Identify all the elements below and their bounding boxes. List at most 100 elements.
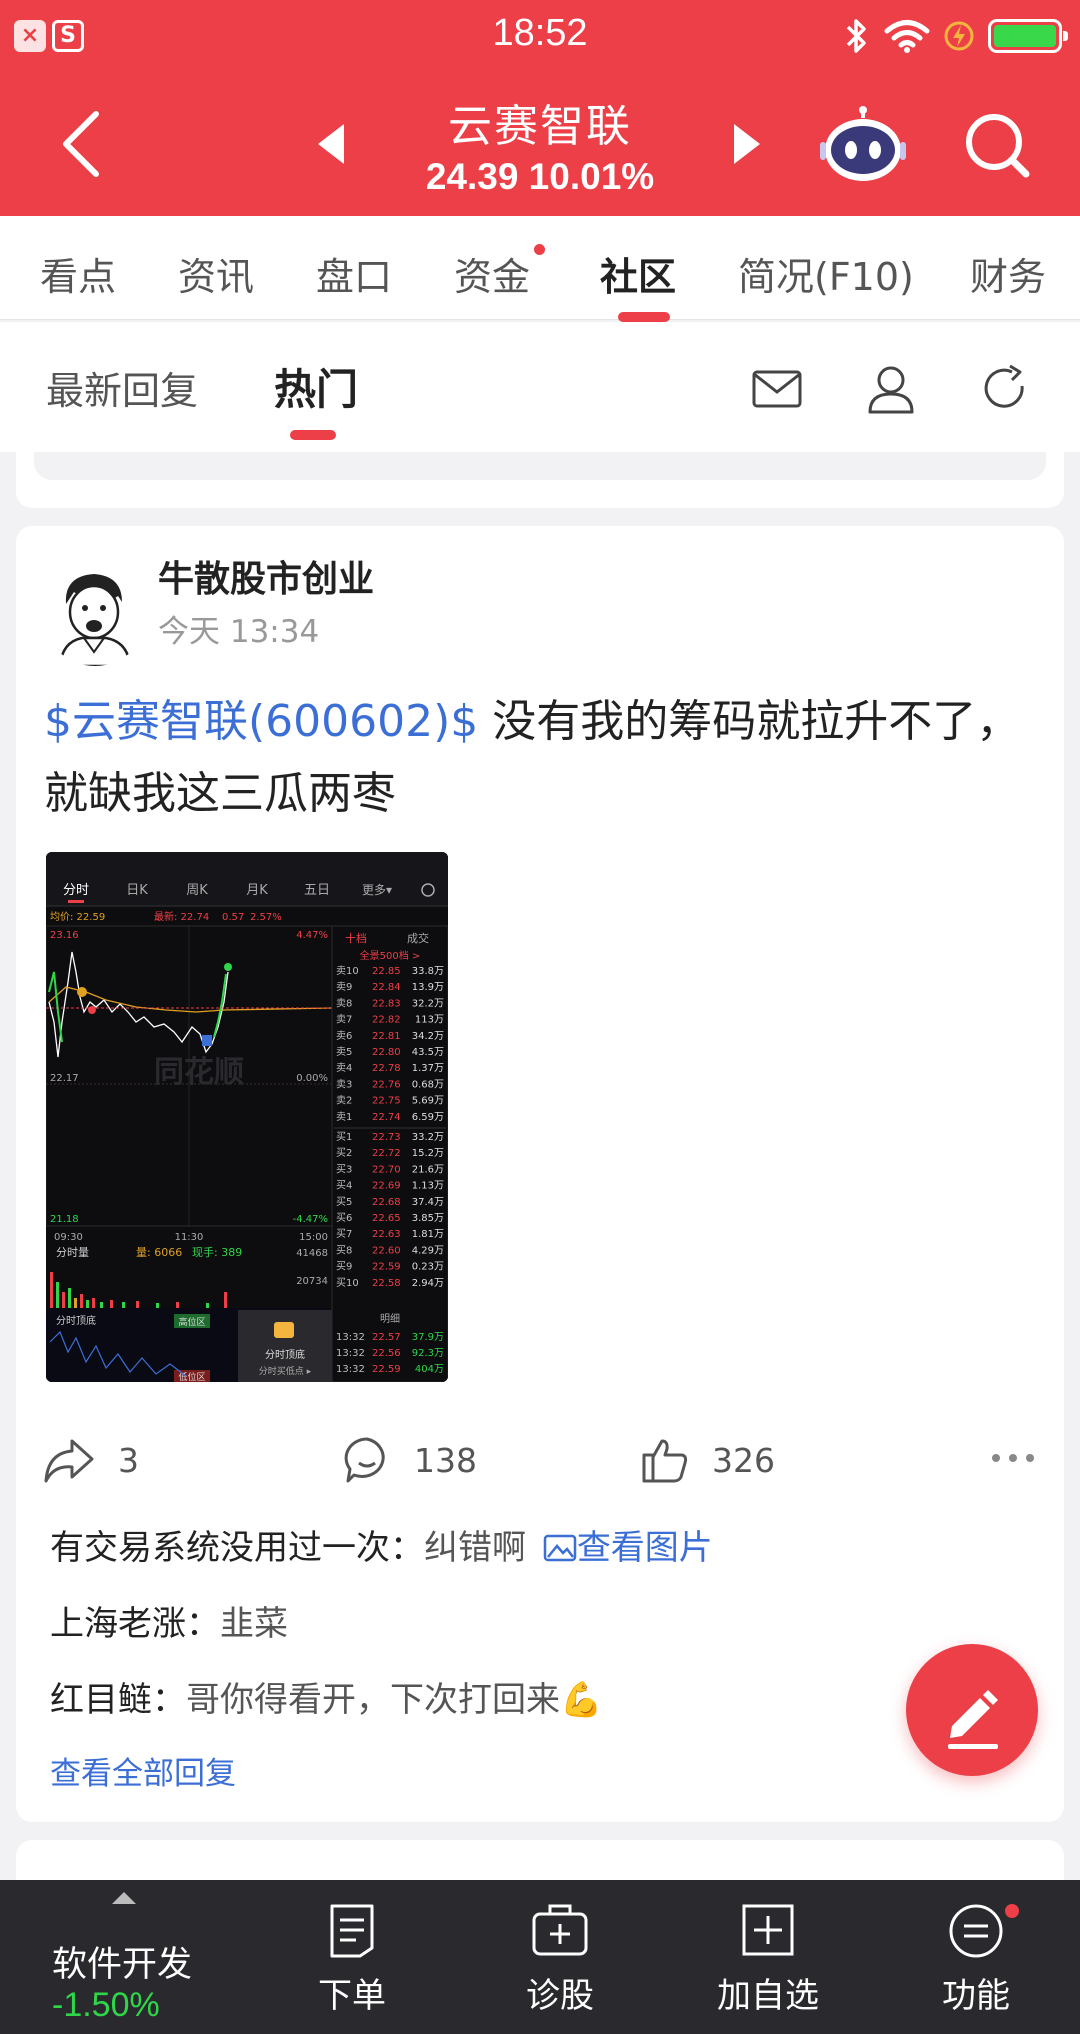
thumb-trade-volume: 92.3万 xyxy=(412,1348,444,1359)
tab-news[interactable]: 资讯 xyxy=(178,246,254,301)
add-watchlist-button[interactable]: 加自选 xyxy=(688,1902,848,2017)
user-icon[interactable] xyxy=(864,362,918,416)
subtab-hot[interactable]: 热门 xyxy=(274,356,358,417)
thumb-ob-price: 22.84 xyxy=(372,982,401,993)
thumb-tab: 月K xyxy=(246,883,268,898)
thumb-ob-all: 全景500档 > xyxy=(360,949,421,962)
comment-text: 哥你得看开，下次打回来💪 xyxy=(186,1680,603,1720)
stock-header: × S 18:52 云赛智联 24.39 10.01% xyxy=(0,0,1080,216)
more-icon[interactable] xyxy=(990,1452,1036,1464)
thumb-ob-volume: 0.68万 xyxy=(412,1079,444,1090)
thumb-ob-volume: 1.13万 xyxy=(412,1181,444,1192)
thumb-price-mid: 22.17 xyxy=(50,1073,79,1084)
thumb-price-high: 23.16 xyxy=(50,930,79,941)
comment-text: 韭菜 xyxy=(220,1604,288,1644)
comment-user[interactable]: 有交易系统没用过一次： xyxy=(50,1528,424,1568)
comment-item[interactable]: 有交易系统没用过一次：纠错啊 查看图片 xyxy=(50,1520,713,1569)
status-bar: × S 18:52 xyxy=(0,0,1080,72)
like-icon xyxy=(642,1439,688,1483)
refresh-icon[interactable] xyxy=(978,362,1032,416)
mail-icon[interactable] xyxy=(750,362,804,416)
capital-notification-dot xyxy=(534,244,545,255)
thumb-ob-price: 22.60 xyxy=(372,1245,401,1256)
add-watchlist-icon xyxy=(742,1904,794,1956)
comment-item[interactable]: 上海老涨：韭菜 xyxy=(50,1596,288,1645)
like-button[interactable]: 326 xyxy=(640,1432,775,1488)
thumb-indicator-label: 分时顶底 xyxy=(56,1314,96,1327)
stock-name: 云赛智联 xyxy=(448,101,632,152)
main-tabs: 看点 资讯 盘口 资金 社区 简况(F10) 财务 xyxy=(0,216,1080,322)
thumb-ob-level: 卖4 xyxy=(336,1062,352,1074)
sector-name[interactable]: 软件开发 xyxy=(52,1936,192,1987)
thumb-ob-volume: 1.37万 xyxy=(412,1063,444,1074)
bottom-toolbar: 软件开发 -1.50% 下单 诊股 加自选 功能 xyxy=(0,1880,1080,2034)
bluetooth-icon xyxy=(846,19,866,53)
thumb-pct-low: -4.47% xyxy=(293,1214,328,1225)
post-body: $云赛智联(600602)$ 没有我的筹码就拉升不了，就缺我这三瓜两枣 xyxy=(44,686,1044,830)
thumb-ob-price: 22.76 xyxy=(372,1079,401,1090)
thumb-trades: 13:32 22.57 37.9万 13:32 22.56 92.3万 13:32 22.59… xyxy=(336,1332,444,1375)
search-icon[interactable] xyxy=(962,110,1034,182)
thumb-tab: 周K xyxy=(186,883,208,898)
image-icon xyxy=(543,1534,577,1562)
thumb-ob-level: 卖2 xyxy=(336,1095,352,1107)
previous-post-card xyxy=(16,452,1064,508)
comment-user[interactable]: 上海老涨： xyxy=(50,1604,220,1644)
thumb-ob-price: 22.83 xyxy=(372,998,401,1009)
subtab-latest-replies[interactable]: 最新回复 xyxy=(46,360,198,415)
thumb-ob-price: 22.73 xyxy=(372,1132,401,1143)
thumb-price-low: 21.18 xyxy=(50,1214,79,1225)
thumb-ob-volume: 13.9万 xyxy=(412,982,444,993)
thumb-ob-level: 买6 xyxy=(336,1212,352,1224)
thumb-watermark: 同花顺 xyxy=(154,1055,244,1090)
view-all-replies-link[interactable]: 查看全部回复 xyxy=(50,1748,236,1793)
compose-post-button[interactable] xyxy=(906,1644,1038,1776)
comment-text: 纠错啊 xyxy=(424,1528,526,1568)
diagnose-label: 诊股 xyxy=(526,1976,594,2016)
stock-tag-link[interactable]: $云赛智联(600602)$ xyxy=(44,696,478,747)
thumb-ob-level: 买7 xyxy=(336,1228,352,1240)
thumb-ob-level: 卖7 xyxy=(336,1014,352,1026)
thumb-ob-level: 卖9 xyxy=(336,981,352,993)
thumb-avg: 均价: 22.59 xyxy=(50,911,105,923)
like-count: 326 xyxy=(712,1440,775,1480)
thumb-pct-high: 4.47% xyxy=(296,930,328,941)
tab-order-book[interactable]: 盘口 xyxy=(316,246,392,301)
diagnose-button[interactable]: 诊股 xyxy=(480,1902,640,2017)
thumb-ob-volume: 21.6万 xyxy=(412,1164,444,1175)
thumb-ob-volume: 33.2万 xyxy=(412,1132,444,1143)
tab-f10[interactable]: 简况(F10) xyxy=(738,246,914,301)
thumb-ob-level: 买4 xyxy=(336,1180,352,1192)
expand-up-icon[interactable] xyxy=(110,1890,138,1906)
share-button[interactable]: 3 xyxy=(42,1432,139,1488)
comment-button[interactable]: 138 xyxy=(342,1432,477,1488)
thumb-tab: 分时 xyxy=(63,883,89,898)
next-stock-icon[interactable] xyxy=(734,124,760,164)
comment-item[interactable]: 红目鲢：哥你得看开，下次打回来💪 xyxy=(50,1672,602,1721)
view-image-link[interactable]: 查看图片 xyxy=(577,1528,713,1568)
diagnose-icon xyxy=(532,1904,588,1956)
comment-user[interactable]: 红目鲢： xyxy=(50,1680,186,1720)
subtab-active-indicator xyxy=(290,430,336,440)
tab-community[interactable]: 社区 xyxy=(600,246,676,301)
robot-assistant-icon[interactable] xyxy=(820,106,906,182)
post-time: 今天 13:34 xyxy=(158,614,320,650)
thumb-ob-level: 买3 xyxy=(336,1163,352,1175)
author-name[interactable]: 牛散股市创业 xyxy=(158,550,374,602)
thumb-trade-price: 22.56 xyxy=(372,1348,401,1359)
thumb-ob-volume: 34.2万 xyxy=(412,1031,444,1042)
post-card[interactable]: 牛散股市创业 今天 13:34 $云赛智联(600602)$ 没有我的筹码就拉升… xyxy=(16,526,1064,1822)
post-image[interactable]: 分时 日K 周K 月K 五日 更多▾ 均价: 22.59 最新: 22.74 0… xyxy=(46,852,448,1382)
function-notification-dot xyxy=(1005,1904,1019,1918)
thumb-ob-level: 买1 xyxy=(336,1131,352,1143)
tab-capital[interactable]: 资金 xyxy=(454,246,530,301)
avatar[interactable] xyxy=(42,560,148,666)
thumb-pct-mid: 0.00% xyxy=(296,1073,328,1084)
thumb-ob-volume: 0.23万 xyxy=(412,1262,444,1273)
tab-kandian[interactable]: 看点 xyxy=(40,246,116,301)
order-button[interactable]: 下单 xyxy=(272,1902,432,2017)
thumb-ob-tab: 十档 xyxy=(345,931,367,945)
function-button[interactable]: 功能 xyxy=(896,1902,1056,2017)
thumb-trade-price: 22.59 xyxy=(372,1364,401,1375)
tab-finance[interactable]: 财务 xyxy=(970,246,1046,301)
